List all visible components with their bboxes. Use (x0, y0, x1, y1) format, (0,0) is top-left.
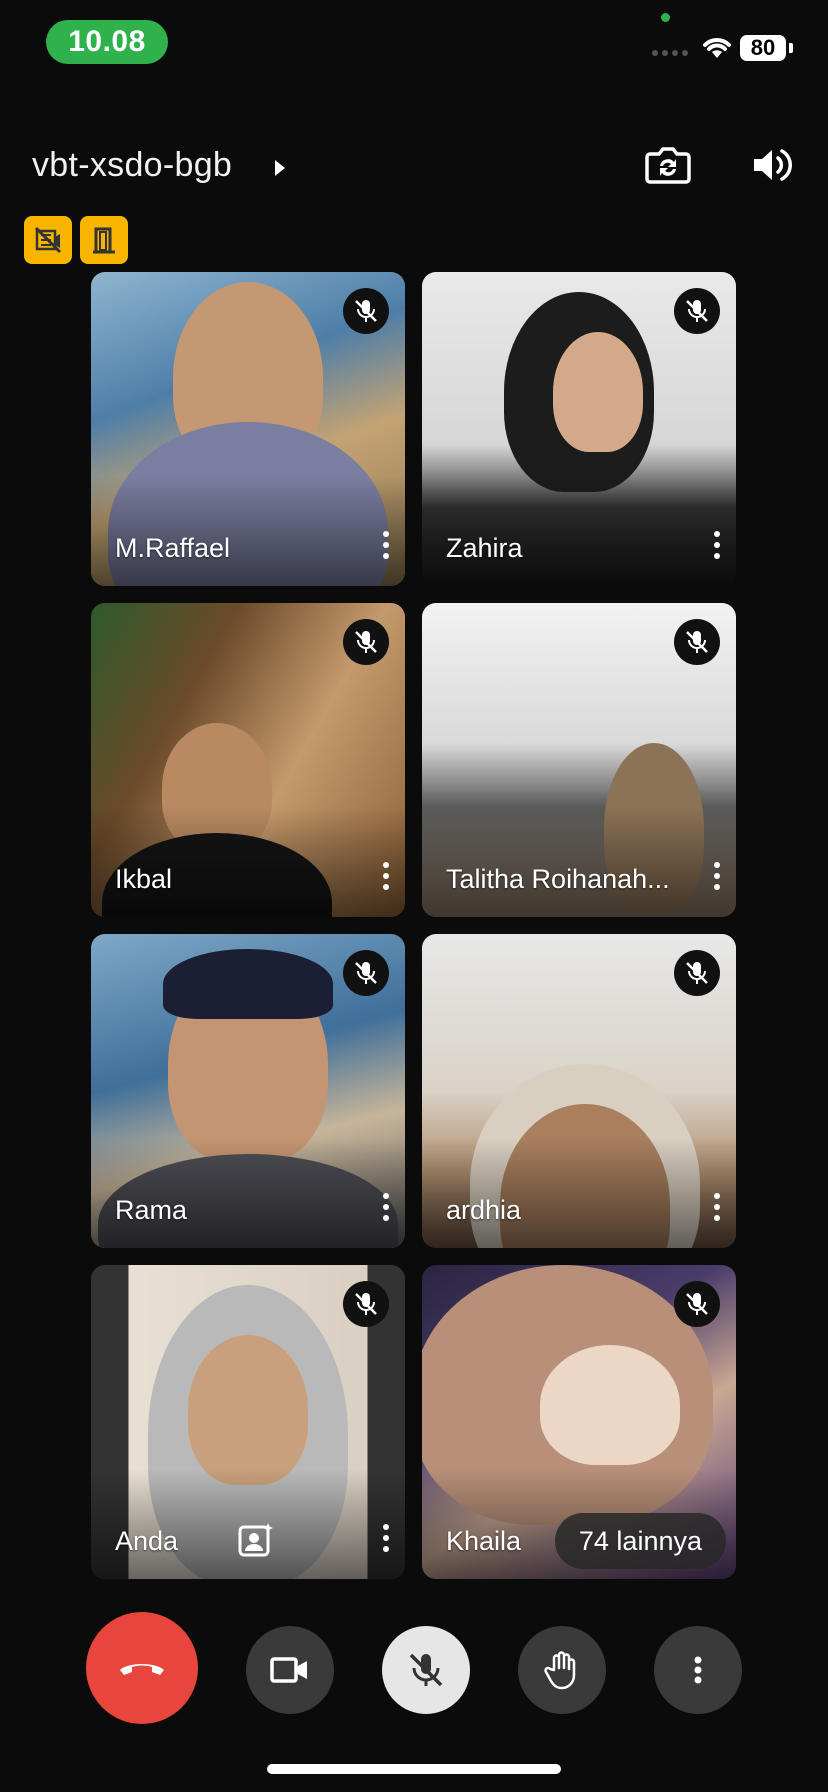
participant-tile-self[interactable]: Anda (91, 1265, 405, 1579)
speaker-icon[interactable] (750, 144, 794, 186)
mic-off-icon (409, 1653, 443, 1687)
meet-call-screen: 10.08 80 vbt-xsdo-bgb M.Raffael Zahira I… (0, 0, 828, 1792)
more-options-button[interactable] (654, 1626, 742, 1714)
portrait-effects-icon[interactable] (235, 1521, 275, 1561)
participant-name: Khaila (446, 1526, 522, 1556)
participant-hair (163, 949, 333, 1019)
caret-right-icon[interactable] (272, 156, 288, 180)
more-vert-icon[interactable] (379, 1521, 393, 1557)
more-vert-icon[interactable] (379, 1190, 393, 1226)
mic-off-icon (343, 619, 389, 665)
end-call-button[interactable] (86, 1612, 198, 1724)
hand-icon (544, 1651, 576, 1690)
no-recording-icon (34, 226, 62, 254)
participant-hand (540, 1345, 681, 1465)
wifi-icon (703, 38, 731, 58)
battery-cap (789, 43, 793, 53)
raise-hand-button[interactable] (518, 1626, 606, 1714)
participant-tile[interactable]: ardhia (422, 934, 736, 1248)
participant-name: Ikbal (115, 864, 173, 894)
more-vert-icon[interactable] (379, 528, 393, 564)
participant-face (188, 1335, 308, 1485)
cellular-signal-icon (652, 50, 688, 56)
door-icon (93, 227, 115, 254)
participant-tile[interactable]: Khaila 74 lainnya (422, 1265, 736, 1579)
mic-off-icon (343, 288, 389, 334)
participant-tile[interactable]: Ikbal (91, 603, 405, 917)
participant-name: Anda (115, 1526, 179, 1556)
participant-tile[interactable]: Rama (91, 934, 405, 1248)
participant-name: M.Raffael (115, 533, 231, 563)
home-indicator[interactable] (267, 1764, 561, 1774)
participant-tile[interactable]: Zahira (422, 272, 736, 586)
mic-off-icon (674, 288, 720, 334)
camera-toggle-button[interactable] (246, 1626, 334, 1714)
more-vert-icon[interactable] (710, 1190, 724, 1226)
mic-off-icon (674, 950, 720, 996)
mic-off-icon (343, 1281, 389, 1327)
battery-indicator: 80 (740, 35, 786, 61)
participant-face (552, 332, 643, 452)
mic-off-icon (674, 619, 720, 665)
more-vert-icon[interactable] (710, 528, 724, 564)
host-controls-badge[interactable] (80, 216, 128, 264)
participant-name: Talitha Roihanah... (446, 864, 670, 894)
mic-off-icon (343, 950, 389, 996)
mic-off-icon (674, 1281, 720, 1327)
switch-camera-icon[interactable] (644, 144, 692, 186)
participant-name: Rama (115, 1195, 188, 1225)
others-count-button[interactable]: 74 lainnya (554, 1513, 726, 1569)
participant-name: Zahira (446, 533, 523, 563)
recording-disabled-badge[interactable] (24, 216, 72, 264)
status-time: 10.08 (46, 20, 168, 64)
participant-tile[interactable]: M.Raffael (91, 272, 405, 586)
camera-in-use-indicator (661, 13, 670, 22)
video-camera-icon (270, 1657, 307, 1683)
mic-toggle-button[interactable] (382, 1626, 470, 1714)
meeting-code[interactable]: vbt-xsdo-bgb (32, 146, 232, 185)
more-vert-icon[interactable] (710, 859, 724, 895)
participant-name: ardhia (446, 1195, 522, 1225)
more-vert-icon[interactable] (379, 859, 393, 895)
more-vert-icon (694, 1656, 702, 1684)
end-call-icon (120, 1664, 164, 1675)
participant-tile[interactable]: Talitha Roihanah... (422, 603, 736, 917)
